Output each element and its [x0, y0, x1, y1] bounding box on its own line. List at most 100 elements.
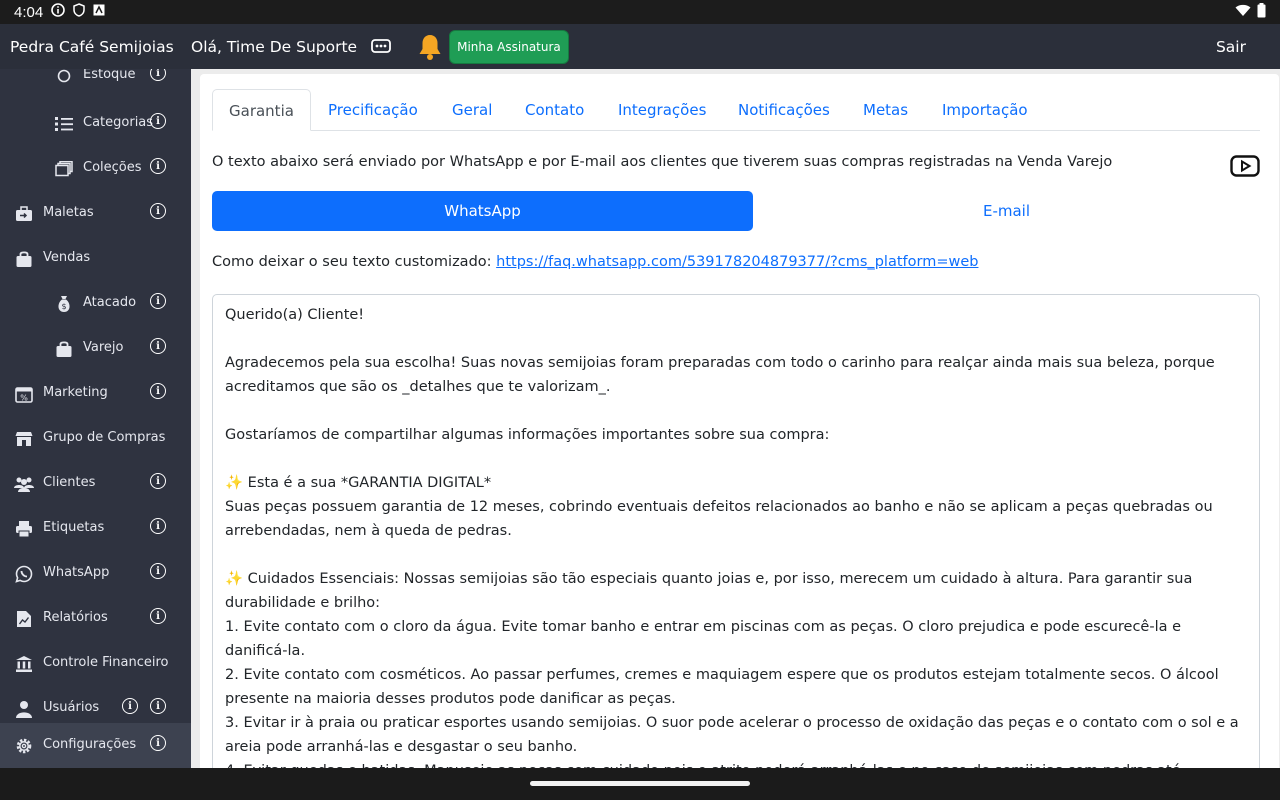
customize-help-label: Como deixar o seu texto customizado:: [212, 254, 497, 270]
whatsapp-tab-button[interactable]: WhatsApp: [212, 191, 753, 231]
email-tab-button[interactable]: E-mail: [753, 191, 1260, 231]
settings-tabs: Garantia Precificação Geral Contato Inte…: [212, 89, 1260, 131]
shield-status-icon: [73, 3, 85, 21]
info-icon[interactable]: i: [150, 383, 166, 399]
wifi-icon: [1235, 4, 1251, 21]
collection-icon: [54, 160, 74, 178]
sidebar-item-clientes[interactable]: Clientes i: [0, 461, 191, 506]
sidebar-item-label: Relatórios: [43, 610, 108, 625]
info-icon[interactable]: i: [122, 698, 138, 714]
sidebar: Estoque i Categorias i Coleções i Maleta…: [0, 69, 191, 768]
user-icon: [14, 700, 34, 718]
shopping-bag-icon: [14, 250, 34, 268]
sidebar-item-label: Vendas: [43, 250, 91, 265]
battery-icon: [1257, 2, 1266, 22]
info-status-icon: [51, 3, 66, 21]
sidebar-item-label: Estoque: [83, 69, 136, 82]
tab-metas[interactable]: Metas: [863, 89, 908, 131]
chat-icon[interactable]: [371, 38, 391, 55]
suitcase-icon: [14, 205, 34, 223]
info-icon[interactable]: i: [150, 158, 166, 174]
sidebar-item-whatsapp[interactable]: WhatsApp i: [0, 551, 191, 596]
info-icon[interactable]: i: [150, 518, 166, 534]
video-tutorial-icon[interactable]: [1230, 154, 1260, 182]
info-icon[interactable]: i: [150, 203, 166, 219]
settings-card: Garantia Precificação Geral Contato Inte…: [200, 74, 1279, 794]
sidebar-item-configuracoes[interactable]: Configurações i: [0, 723, 191, 768]
svg-text:%: %: [20, 394, 28, 403]
sidebar-item-maletas[interactable]: Maletas i: [0, 191, 191, 236]
sidebar-item-grupo-de-compras[interactable]: Grupo de Compras: [0, 416, 191, 461]
sidebar-item-label: Atacado: [83, 295, 137, 310]
sidebar-item-vendas[interactable]: Vendas: [0, 236, 191, 281]
percent-calendar-icon: %: [14, 385, 34, 403]
info-icon[interactable]: i: [150, 473, 166, 489]
store-icon: [14, 430, 34, 448]
sidebar-item-label: Categorias: [83, 115, 154, 130]
sidebar-item-label: Clientes: [43, 475, 96, 490]
sidebar-item-label: Usuários: [43, 700, 100, 715]
gear-icon: [14, 737, 34, 755]
info-icon[interactable]: i: [150, 735, 166, 751]
sidebar-item-relatorios[interactable]: Relatórios i: [0, 596, 191, 641]
info-icon[interactable]: i: [150, 113, 166, 129]
sidebar-item-etiquetas[interactable]: Etiquetas i: [0, 506, 191, 551]
sidebar-item-colecoes[interactable]: Coleções i: [0, 146, 191, 191]
main-content: Garantia Precificação Geral Contato Inte…: [191, 69, 1280, 794]
status-bar: 4:04: [0, 0, 1280, 24]
sidebar-item-label: Marketing: [43, 385, 108, 400]
brand-name: Pedra Café Semijoias: [10, 37, 174, 56]
sidebar-item-label: Etiquetas: [43, 520, 105, 535]
sidebar-item-label: WhatsApp: [43, 565, 110, 580]
info-icon[interactable]: i: [150, 338, 166, 354]
home-gesture-handle[interactable]: [530, 781, 750, 786]
sidebar-item-label: Controle Financeiro: [43, 655, 169, 670]
message-textarea[interactable]: Querido(a) Cliente! Agradecemos pela sua…: [212, 294, 1260, 794]
customize-help: Como deixar o seu texto customizado: htt…: [212, 254, 978, 270]
sidebar-item-varejo[interactable]: Varejo i: [0, 326, 191, 371]
sidebar-item-label: Varejo: [83, 340, 124, 355]
bag-icon: [54, 340, 74, 358]
sidebar-item-controle-financeiro[interactable]: Controle Financeiro: [0, 641, 191, 686]
tab-geral[interactable]: Geral: [452, 89, 492, 131]
info-icon[interactable]: i: [150, 563, 166, 579]
bank-icon: [14, 655, 34, 673]
intro-text: O texto abaixo será enviado por WhatsApp…: [212, 154, 1113, 170]
whatsapp-faq-link[interactable]: https://faq.whatsapp.com/539178204879377…: [496, 254, 978, 270]
logout-button[interactable]: Sair: [1216, 38, 1246, 56]
sidebar-item-label: Configurações: [43, 737, 137, 752]
info-icon[interactable]: i: [150, 69, 166, 81]
sidebar-item-atacado[interactable]: $ Atacado i: [0, 281, 191, 326]
money-bag-icon: $: [54, 295, 74, 313]
tab-contato[interactable]: Contato: [525, 89, 584, 131]
system-nav-bar: [0, 768, 1280, 800]
app-status-icon: [93, 4, 105, 20]
tab-notificacoes[interactable]: Notificações: [738, 89, 830, 131]
tab-garantia[interactable]: Garantia: [212, 89, 311, 131]
tab-precificacao[interactable]: Precificação: [328, 89, 418, 131]
list-icon: [54, 115, 74, 133]
bell-icon[interactable]: [417, 33, 443, 61]
sidebar-item-label: Maletas: [43, 205, 94, 220]
status-time: 4:04: [14, 3, 44, 21]
svg-text:$: $: [61, 302, 66, 311]
info-icon[interactable]: i: [150, 293, 166, 309]
sidebar-item-label: Coleções: [83, 160, 142, 175]
info-icon[interactable]: i: [150, 608, 166, 624]
sidebar-item-estoque[interactable]: Estoque i: [0, 69, 191, 98]
tab-importacao[interactable]: Importação: [942, 89, 1028, 131]
sidebar-item-categorias[interactable]: Categorias i: [0, 101, 191, 146]
report-chart-icon: [14, 610, 34, 628]
greeting-text: Olá, Time De Suporte: [191, 37, 358, 56]
subscription-button[interactable]: Minha Assinatura: [449, 29, 569, 64]
sidebar-item-marketing[interactable]: % Marketing i: [0, 371, 191, 416]
app-header: Pedra Café Semijoias Olá, Time De Suport…: [0, 24, 1280, 69]
whatsapp-icon: [14, 565, 34, 583]
info-icon[interactable]: i: [150, 698, 166, 714]
tab-integracoes[interactable]: Integrações: [618, 89, 706, 131]
sidebar-item-label: Grupo de Compras: [43, 430, 166, 445]
channel-selector: WhatsApp E-mail: [212, 191, 1260, 231]
users-group-icon: [14, 475, 34, 493]
box-icon: [54, 69, 74, 85]
printer-icon: [14, 520, 34, 538]
